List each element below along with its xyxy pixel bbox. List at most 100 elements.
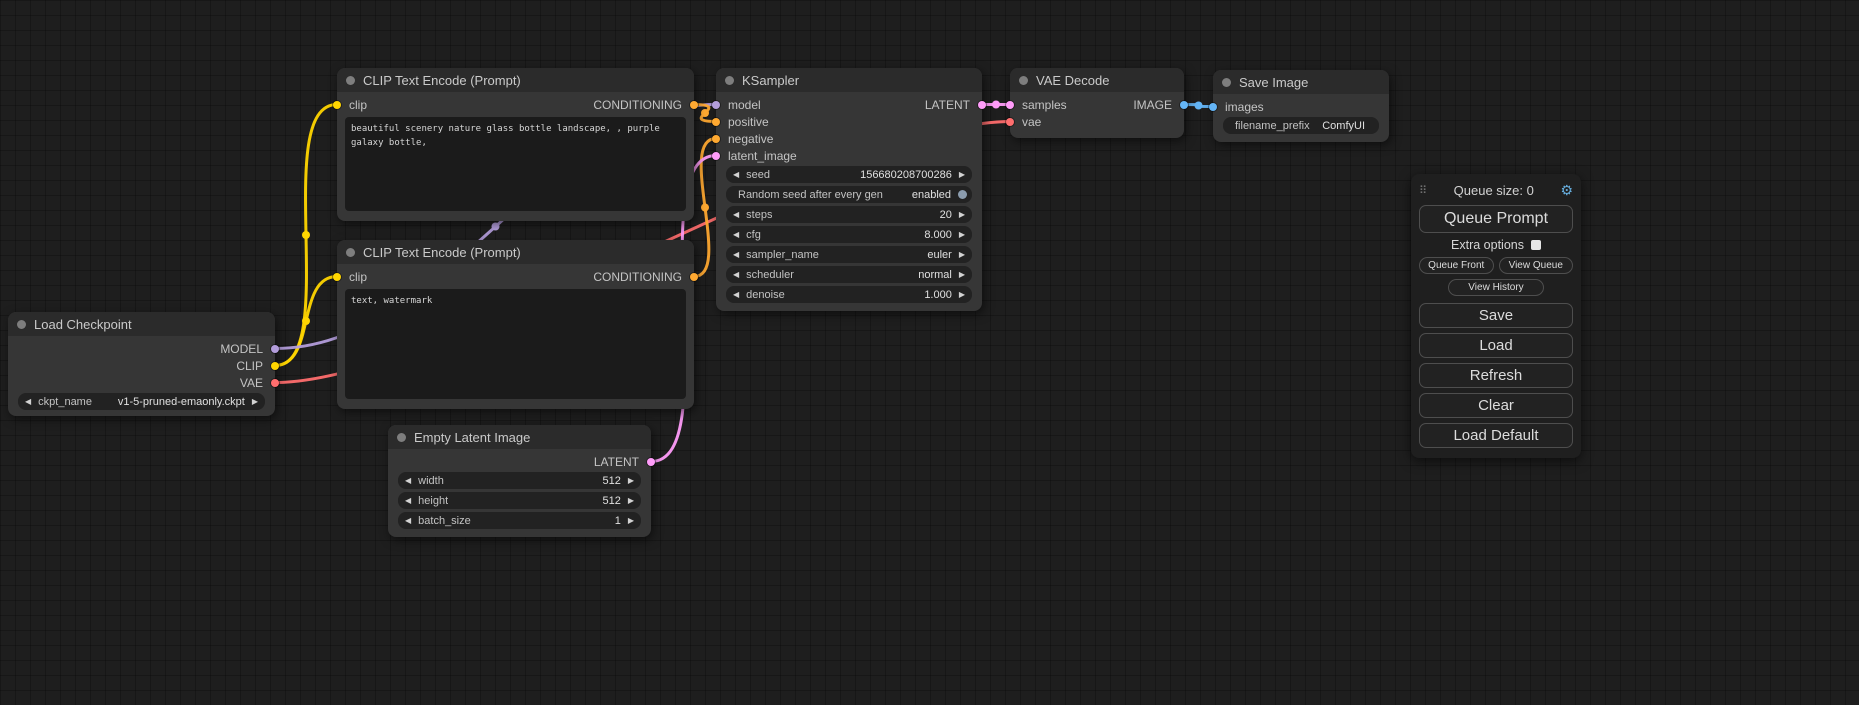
widget-denoise[interactable]: ◀ denoise 1.000 ▶	[726, 286, 972, 303]
load-button[interactable]: Load	[1419, 333, 1573, 358]
increment-arrow-icon[interactable]: ▶	[628, 477, 634, 485]
node-title-bar[interactable]: Load Checkpoint	[8, 312, 275, 336]
increment-arrow-icon[interactable]: ▶	[628, 497, 634, 505]
increment-arrow-icon[interactable]: ▶	[959, 291, 965, 299]
widget-batch-size[interactable]: ◀ batch_size 1 ▶	[398, 512, 641, 529]
decrement-arrow-icon[interactable]: ◀	[25, 398, 31, 406]
decrement-arrow-icon[interactable]: ◀	[405, 477, 411, 485]
input-slot-images[interactable]	[1209, 103, 1217, 111]
collapse-dot-icon[interactable]	[17, 320, 26, 329]
node-graph-canvas[interactable]: Load Checkpoint MODEL CLIP VAE ◀ ckpt_na…	[0, 0, 1859, 705]
node-empty-latent-image[interactable]: Empty Latent Image LATENT ◀ width 512 ▶ …	[388, 425, 651, 537]
widget-ckpt-name[interactable]: ◀ ckpt_name v1-5-pruned-emaonly.ckpt ▶	[18, 393, 265, 410]
output-slot-conditioning[interactable]	[690, 273, 698, 281]
decrement-arrow-icon[interactable]: ◀	[733, 251, 739, 259]
widget-steps[interactable]: ◀ steps 20 ▶	[726, 206, 972, 223]
decrement-arrow-icon[interactable]: ◀	[405, 517, 411, 525]
collapse-dot-icon[interactable]	[725, 76, 734, 85]
refresh-button[interactable]: Refresh	[1419, 363, 1573, 388]
widget-cfg[interactable]: ◀ cfg 8.000 ▶	[726, 226, 972, 243]
node-ksampler[interactable]: KSampler model LATENT positive negative …	[716, 68, 982, 311]
decrement-arrow-icon[interactable]: ◀	[733, 171, 739, 179]
toggle-dot-icon[interactable]	[958, 190, 967, 199]
node-title-bar[interactable]: Empty Latent Image	[388, 425, 651, 449]
node-title-bar[interactable]: CLIP Text Encode (Prompt)	[337, 240, 694, 264]
node-title-bar[interactable]: KSampler	[716, 68, 982, 92]
increment-arrow-icon[interactable]: ▶	[628, 517, 634, 525]
node-title-bar[interactable]: Save Image	[1213, 70, 1389, 94]
increment-arrow-icon[interactable]: ▶	[959, 171, 965, 179]
view-history-button[interactable]: View History	[1448, 279, 1544, 296]
node-clip-text-encode-negative[interactable]: CLIP Text Encode (Prompt) clip CONDITION…	[337, 240, 694, 409]
widget-width[interactable]: ◀ width 512 ▶	[398, 472, 641, 489]
extra-options-checkbox[interactable]	[1531, 240, 1541, 250]
increment-arrow-icon[interactable]: ▶	[959, 271, 965, 279]
node-title-bar[interactable]: VAE Decode	[1010, 68, 1184, 92]
drag-handle-icon[interactable]: ⠿	[1419, 184, 1427, 197]
slot-row: LATENT	[388, 453, 651, 470]
node-load-checkpoint[interactable]: Load Checkpoint MODEL CLIP VAE ◀ ckpt_na…	[8, 312, 275, 416]
collapse-dot-icon[interactable]	[1019, 76, 1028, 85]
input-slot-latent-image[interactable]	[712, 152, 720, 160]
widget-value: 1	[615, 515, 621, 527]
settings-gear-icon[interactable]: ⚙	[1560, 182, 1573, 199]
widget-scheduler[interactable]: ◀ scheduler normal ▶	[726, 266, 972, 283]
collapse-dot-icon[interactable]	[397, 433, 406, 442]
node-vae-decode[interactable]: VAE Decode samples IMAGE vae	[1010, 68, 1184, 138]
output-slot-latent[interactable]	[647, 458, 655, 466]
node-title: CLIP Text Encode (Prompt)	[363, 73, 521, 88]
widget-label: filename_prefix	[1235, 120, 1310, 132]
collapse-dot-icon[interactable]	[1222, 78, 1231, 87]
node-save-image[interactable]: Save Image images filename_prefix ComfyU…	[1213, 70, 1389, 142]
input-slot-clip[interactable]	[333, 101, 341, 109]
input-slot-model[interactable]	[712, 101, 720, 109]
queue-prompt-button[interactable]: Queue Prompt	[1419, 205, 1573, 233]
slot-row: samples IMAGE	[1010, 96, 1184, 113]
node-title-bar[interactable]: CLIP Text Encode (Prompt)	[337, 68, 694, 92]
output-label-model: MODEL	[220, 342, 263, 356]
increment-arrow-icon[interactable]: ▶	[959, 211, 965, 219]
output-slot-model[interactable]	[271, 345, 279, 353]
input-slot-vae[interactable]	[1006, 118, 1014, 126]
queue-menu-panel: ⠿ Queue size: 0 ⚙ Queue Prompt Extra opt…	[1411, 174, 1581, 458]
input-label-vae: vae	[1022, 115, 1041, 129]
input-label-negative: negative	[728, 132, 773, 146]
collapse-dot-icon[interactable]	[346, 248, 355, 257]
node-clip-text-encode-positive[interactable]: CLIP Text Encode (Prompt) clip CONDITION…	[337, 68, 694, 221]
decrement-arrow-icon[interactable]: ◀	[733, 271, 739, 279]
decrement-arrow-icon[interactable]: ◀	[405, 497, 411, 505]
node-title: VAE Decode	[1036, 73, 1109, 88]
input-slot-positive[interactable]	[712, 118, 720, 126]
positive-prompt-textarea[interactable]: beautiful scenery nature glass bottle la…	[345, 117, 686, 211]
clear-button[interactable]: Clear	[1419, 393, 1573, 418]
node-title: Save Image	[1239, 75, 1308, 90]
increment-arrow-icon[interactable]: ▶	[252, 398, 258, 406]
output-slot-conditioning[interactable]	[690, 101, 698, 109]
save-button[interactable]: Save	[1419, 303, 1573, 328]
widget-filename-prefix[interactable]: filename_prefix ComfyUI	[1223, 117, 1379, 134]
output-slot-vae[interactable]	[271, 379, 279, 387]
input-slot-negative[interactable]	[712, 135, 720, 143]
increment-arrow-icon[interactable]: ▶	[959, 251, 965, 259]
queue-front-button[interactable]: Queue Front	[1419, 257, 1494, 274]
widget-value: enabled	[912, 189, 951, 201]
decrement-arrow-icon[interactable]: ◀	[733, 211, 739, 219]
negative-prompt-textarea[interactable]: text, watermark	[345, 289, 686, 399]
view-queue-button[interactable]: View Queue	[1499, 257, 1574, 274]
input-slot-samples[interactable]	[1006, 101, 1014, 109]
collapse-dot-icon[interactable]	[346, 76, 355, 85]
decrement-arrow-icon[interactable]: ◀	[733, 291, 739, 299]
increment-arrow-icon[interactable]: ▶	[959, 231, 965, 239]
queue-size-label: Queue size: 0	[1427, 183, 1560, 198]
output-slot-image[interactable]	[1180, 101, 1188, 109]
input-slot-clip[interactable]	[333, 273, 341, 281]
load-default-button[interactable]: Load Default	[1419, 423, 1573, 448]
widget-seed[interactable]: ◀ seed 156680208700286 ▶	[726, 166, 972, 183]
decrement-arrow-icon[interactable]: ◀	[733, 231, 739, 239]
widget-sampler-name[interactable]: ◀ sampler_name euler ▶	[726, 246, 972, 263]
widget-height[interactable]: ◀ height 512 ▶	[398, 492, 641, 509]
output-label-latent: LATENT	[925, 98, 970, 112]
output-slot-latent[interactable]	[978, 101, 986, 109]
output-slot-clip[interactable]	[271, 362, 279, 370]
widget-random-seed-toggle[interactable]: Random seed after every gen enabled	[726, 186, 972, 203]
